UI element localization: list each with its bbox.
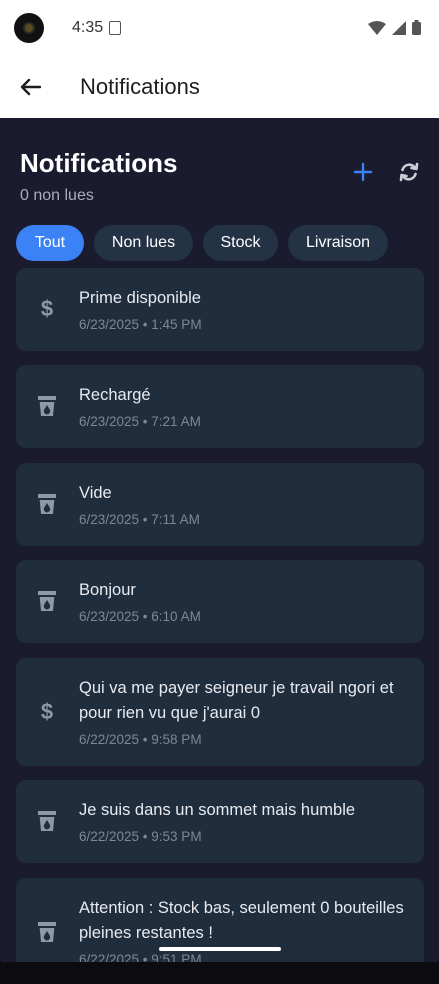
- app-bar: Notifications: [0, 56, 439, 118]
- notification-timestamp: 6/22/2025 • 9:58 PM: [79, 732, 202, 747]
- cup-icon: [36, 395, 58, 417]
- notification-message: Je suis dans un sommet mais humble: [79, 801, 356, 819]
- front-camera: [14, 13, 44, 43]
- plus-icon: [353, 162, 373, 182]
- filter-chips: Tout Non lues Stock Livraison: [16, 225, 388, 261]
- status-icons: [368, 20, 421, 35]
- status-bar: 4:35: [0, 0, 439, 56]
- device-bezel: [0, 962, 439, 984]
- cup-icon: [36, 590, 58, 612]
- chip-livraison[interactable]: Livraison: [288, 225, 388, 261]
- notification-item[interactable]: Bonjour 6/23/2025 • 6:10 AM: [16, 560, 424, 643]
- notification-item[interactable]: Vide 6/23/2025 • 7:11 AM: [16, 463, 424, 546]
- add-button[interactable]: [351, 160, 375, 184]
- notification-item[interactable]: Rechargé 6/23/2025 • 7:21 AM: [16, 365, 424, 448]
- notification-message: Prime disponible: [79, 289, 201, 307]
- wifi-icon: [368, 20, 386, 35]
- refresh-button[interactable]: [397, 160, 421, 184]
- arrow-left-icon: [20, 78, 41, 96]
- app-bar-title: Notifications: [80, 74, 200, 99]
- notification-timestamp: 6/23/2025 • 7:11 AM: [79, 512, 200, 527]
- battery-icon: [412, 20, 421, 35]
- refresh-icon: [399, 162, 419, 182]
- notification-timestamp: 6/23/2025 • 7:21 AM: [79, 414, 201, 429]
- notification-timestamp: 6/22/2025 • 9:53 PM: [79, 829, 202, 844]
- unread-count: 0 non lues: [20, 187, 94, 204]
- cell-signal-icon: [392, 20, 406, 35]
- notification-item[interactable]: $ Qui va me payer seigneur je travail ng…: [16, 658, 424, 766]
- dollar-icon: $: [40, 699, 54, 724]
- page-header: Notifications 0 non lues: [0, 118, 439, 205]
- notification-timestamp: 6/23/2025 • 6:10 AM: [79, 609, 201, 624]
- notifications-content: Notifications 0 non lues Tout Non lues S…: [0, 118, 439, 984]
- screenshot-indicator-icon: [109, 21, 122, 35]
- notification-message: Qui va me payer seigneur je travail ngor…: [79, 679, 394, 722]
- notification-message: Attention : Stock bas, seulement 0 boute…: [79, 899, 404, 942]
- chip-stock[interactable]: Stock: [203, 225, 278, 261]
- cup-icon: [36, 921, 58, 943]
- status-time: 4:35: [72, 19, 104, 36]
- cup-icon: [36, 810, 58, 832]
- dollar-icon: $: [40, 296, 54, 321]
- notification-message: Rechargé: [79, 386, 151, 404]
- notification-message: Vide: [79, 484, 112, 502]
- phone-screen: 4:35 Notifications Notifications 0 non l…: [0, 0, 439, 984]
- header-actions: [351, 160, 421, 184]
- notification-timestamp: 6/23/2025 • 1:45 PM: [79, 317, 202, 332]
- notification-item[interactable]: $ Prime disponible 6/23/2025 • 1:45 PM: [16, 268, 424, 351]
- notification-message: Bonjour: [79, 581, 136, 599]
- notification-item[interactable]: Je suis dans un sommet mais humble 6/22/…: [16, 780, 424, 863]
- chip-tout[interactable]: Tout: [16, 225, 84, 261]
- home-indicator[interactable]: [159, 947, 281, 951]
- chip-non-lues[interactable]: Non lues: [94, 225, 193, 261]
- cup-icon: [36, 493, 58, 515]
- back-button[interactable]: [18, 75, 42, 99]
